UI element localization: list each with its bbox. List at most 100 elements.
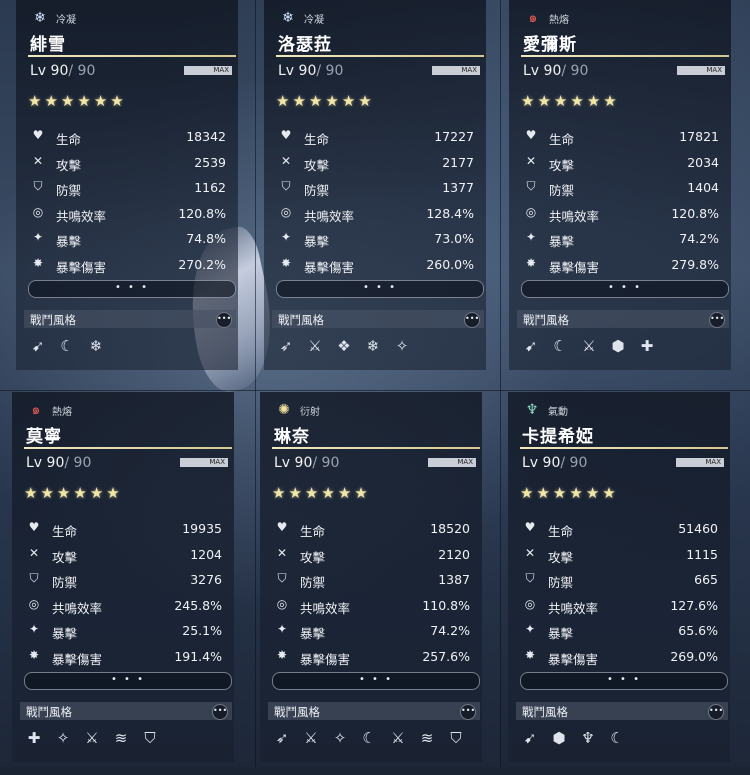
level-max: / 90	[64, 455, 92, 471]
more-options-button[interactable]: •••	[212, 704, 228, 720]
snowflake-hex-icon[interactable]: ❄	[86, 336, 106, 356]
stat-value: 73.0%	[434, 231, 474, 246]
crit-burst-icon: ✸	[524, 647, 536, 662]
shield-heal-icon[interactable]: ⛉	[446, 728, 466, 748]
stat-row: ✸ 暴擊傷害 269.0%	[520, 645, 728, 671]
expand-stats-button[interactable]: • • •	[520, 672, 728, 690]
shield-icon: ⛉	[525, 571, 535, 585]
shield-icon: ⛉	[33, 179, 43, 193]
stat-label: 生命	[548, 524, 574, 539]
character-panel[interactable]: ๑熱熔 莫寧 Lv 90/ 90 MAX ★ ★ ★ ★ ★ ★ ♥ 生命 19935 ✕ 攻擊 1204 ⛉ 防…	[4, 392, 254, 775]
swirl-moon-icon[interactable]: ☾	[550, 336, 570, 356]
resonance-icon: ◎	[525, 204, 537, 219]
stat-label: 防禦	[52, 575, 78, 590]
stat-label: 生命	[549, 132, 575, 147]
level-prefix: Lv	[522, 455, 543, 471]
stat-label: 共鳴效率	[300, 600, 351, 616]
crossed-blades-icon[interactable]: ⚔	[388, 728, 408, 748]
stat-value: 665	[694, 572, 718, 587]
element-label: 冷凝	[56, 14, 76, 26]
wave-icon[interactable]: ≋	[111, 728, 131, 748]
element-label: 冷凝	[304, 14, 324, 26]
sparkle-drop-icon[interactable]: ✧	[392, 336, 412, 356]
crossed-swords-icon: ✕	[28, 545, 40, 560]
crossed-blades-icon[interactable]: ⚔	[579, 336, 599, 356]
star-icon: ★	[358, 92, 372, 110]
stat-value: 25.1%	[182, 623, 222, 638]
character-panel[interactable]: ♆ 氣動 卡提希婭 Lv 90/ 90 MAX ★ ★ ★ ★ ★ ★ ♥ 生命 51460 ✕ 攻擊 1115…	[500, 392, 750, 775]
character-panel[interactable]: ✺ 衍射 琳奈 Lv 90/ 90 MAX ★ ★ ★ ★ ★ ★ ♥ 生命 18520 ✕ 攻擊 2120 ⛉ 防…	[252, 392, 502, 775]
expand-stats-button[interactable]: • • •	[272, 672, 480, 690]
stat-value: 2034	[687, 154, 719, 170]
double-slash-icon[interactable]: ➶	[276, 336, 296, 356]
sword-icon[interactable]: ⚔	[305, 336, 325, 356]
character-panel[interactable]: ❄ 冷凝 洛瑟菈 Lv 90/ 90 MAX ★ ★ ★ ★ ★ ★ ♥ 生命 17227 ✕ 攻擊 2177 ⛉…	[256, 0, 506, 383]
sparkle-plus-icon[interactable]: ✧	[53, 728, 73, 748]
stat-value: 3276	[190, 572, 222, 587]
crit-burst-icon: ✸	[32, 255, 44, 270]
max-badge: MAX	[677, 66, 725, 75]
stat-row: ✸ 暴擊傷害 279.8%	[521, 253, 729, 279]
more-options-button[interactable]: •••	[460, 704, 476, 720]
stat-row: ✦ 暴擊 73.0%	[276, 227, 484, 253]
expand-stats-button[interactable]: • • •	[28, 280, 236, 298]
double-slash-icon[interactable]: ➶	[272, 728, 292, 748]
stat-value: 51460	[678, 521, 718, 536]
stat-row: ◎ 共鳴效率 120.8%	[28, 202, 236, 228]
star-icon: ★	[570, 92, 584, 110]
star-icon: ★	[552, 484, 567, 502]
more-options-button[interactable]: •••	[709, 312, 725, 328]
expand-stats-button[interactable]: • • •	[276, 280, 484, 298]
wave-icon[interactable]: ≋	[417, 728, 437, 748]
more-options-button[interactable]: •••	[464, 312, 480, 328]
swirl-moon-icon[interactable]: ☾	[607, 728, 627, 748]
shield-heal-icon[interactable]: ⛉	[140, 728, 160, 748]
crossed-blades-icon[interactable]: ⚔	[82, 728, 102, 748]
expand-stats-button[interactable]: • • •	[521, 280, 729, 298]
expand-stats-button[interactable]: • • •	[24, 672, 232, 690]
character-card: ❄ 冷凝 緋雪 Lv 90/ 90 MAX ★ ★ ★ ★ ★ ★ ♥ 生命 18342 ✕ 攻擊 2539 ⛉ 防…	[16, 0, 238, 370]
drop-icon[interactable]: ❖	[334, 336, 354, 356]
name-underline	[276, 55, 484, 57]
sparkle-plus-icon[interactable]: ✚	[637, 336, 657, 356]
hex-rune-icon[interactable]: ⬢	[549, 728, 569, 748]
star-icon: ★	[553, 92, 568, 110]
character-panel[interactable]: ๑熱熔 愛彌斯 Lv 90/ 90 MAX ★ ★ ★ ★ ★ ★ ♥ 生命 17821 ✕ 攻擊 2034 ⛉…	[501, 0, 750, 383]
stat-label: 暴擊傷害	[56, 259, 107, 275]
combat-style-header: 戰鬥風格 •••	[20, 702, 232, 720]
scythe-slash-icon[interactable]: ➹	[520, 728, 540, 748]
star-icon: ★	[602, 484, 616, 502]
crit-star-icon: ✦	[525, 230, 537, 244]
swirl-moon-icon[interactable]: ☾	[57, 336, 77, 356]
stat-label: 攻擊	[304, 157, 330, 173]
swirl-moon-icon[interactable]: ☾	[359, 728, 379, 748]
healing-cross-icon[interactable]: ✚	[24, 728, 44, 748]
scythe-slash-icon[interactable]: ➹	[521, 336, 541, 356]
star-rating: ★ ★ ★ ★ ★ ★	[520, 484, 616, 502]
stat-label: 暴擊傷害	[549, 259, 600, 275]
stat-row: ✸ 暴擊傷害 260.0%	[276, 253, 484, 279]
scythe-slash-icon[interactable]: ➹	[28, 336, 48, 356]
stat-row: ◎ 共鳴效率 128.4%	[276, 202, 484, 228]
sparkle-plus-icon[interactable]: ✧	[330, 728, 350, 748]
more-options-button[interactable]: •••	[216, 312, 232, 328]
stat-row: ♥ 生命 18520	[272, 517, 480, 543]
resonance-icon: ◎	[524, 596, 536, 611]
star-icon: ★	[110, 92, 124, 110]
character-panel[interactable]: ❄ 冷凝 緋雪 Lv 90/ 90 MAX ★ ★ ★ ★ ★ ★ ♥ 生命 18342 ✕ 攻擊 2539 ⛉ 防…	[8, 0, 258, 383]
more-options-button[interactable]: •••	[708, 704, 724, 720]
star-icon: ★	[308, 92, 323, 110]
stat-row: ✦ 暴擊 25.1%	[24, 619, 232, 645]
snowflake-icon: ❄	[34, 10, 46, 26]
stats-list: ♥ 生命 18520 ✕ 攻擊 2120 ⛉ 防禦 1387 ◎ 共鳴效率 110.8% ✦ 暴擊 74.2…	[272, 517, 480, 670]
level-prefix: Lv	[26, 455, 47, 471]
wind-crest-icon[interactable]: ♆	[578, 728, 598, 748]
crit-star-icon: ✦	[524, 622, 536, 636]
snowflake-hex-icon[interactable]: ❄	[363, 336, 383, 356]
star-rating: ★ ★ ★ ★ ★ ★	[28, 92, 124, 110]
hex-rune-icon[interactable]: ⬢	[608, 336, 628, 356]
crossed-swords-icon: ✕	[280, 153, 292, 168]
crit-star-icon: ✦	[276, 622, 288, 636]
star-rating: ★ ★ ★ ★ ★ ★	[24, 484, 120, 502]
sword-icon[interactable]: ⚔	[301, 728, 321, 748]
